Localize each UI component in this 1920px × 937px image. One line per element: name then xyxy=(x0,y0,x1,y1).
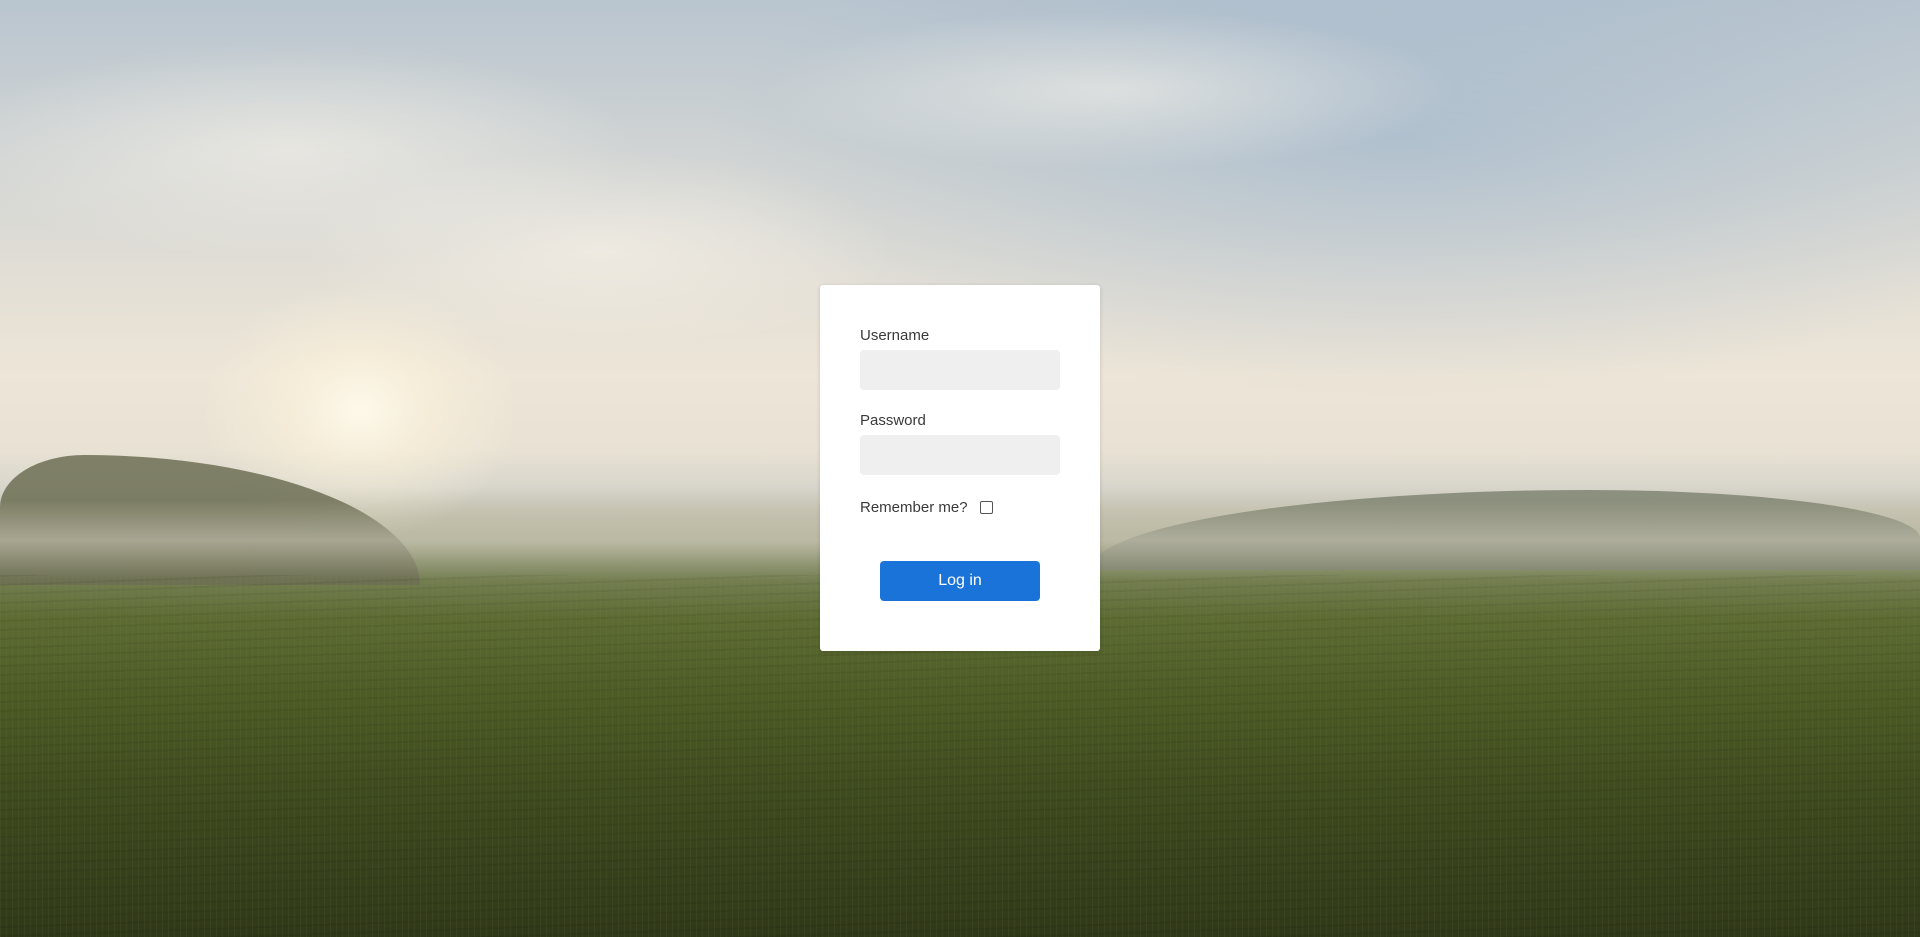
password-group: Password xyxy=(860,412,1060,475)
password-input[interactable] xyxy=(860,435,1060,475)
username-group: Username xyxy=(860,327,1060,390)
login-form: Username Password Remember me? Log in xyxy=(820,285,1100,651)
remember-me-checkbox[interactable] xyxy=(979,500,993,514)
login-button[interactable]: Log in xyxy=(880,561,1040,601)
username-label: Username xyxy=(860,327,930,344)
remember-me-row: Remember me? xyxy=(860,497,1060,517)
cloud xyxy=(760,10,1460,170)
username-input[interactable] xyxy=(860,350,1060,390)
password-label: Password xyxy=(860,412,926,429)
remember-me-label: Remember me? xyxy=(860,498,968,516)
